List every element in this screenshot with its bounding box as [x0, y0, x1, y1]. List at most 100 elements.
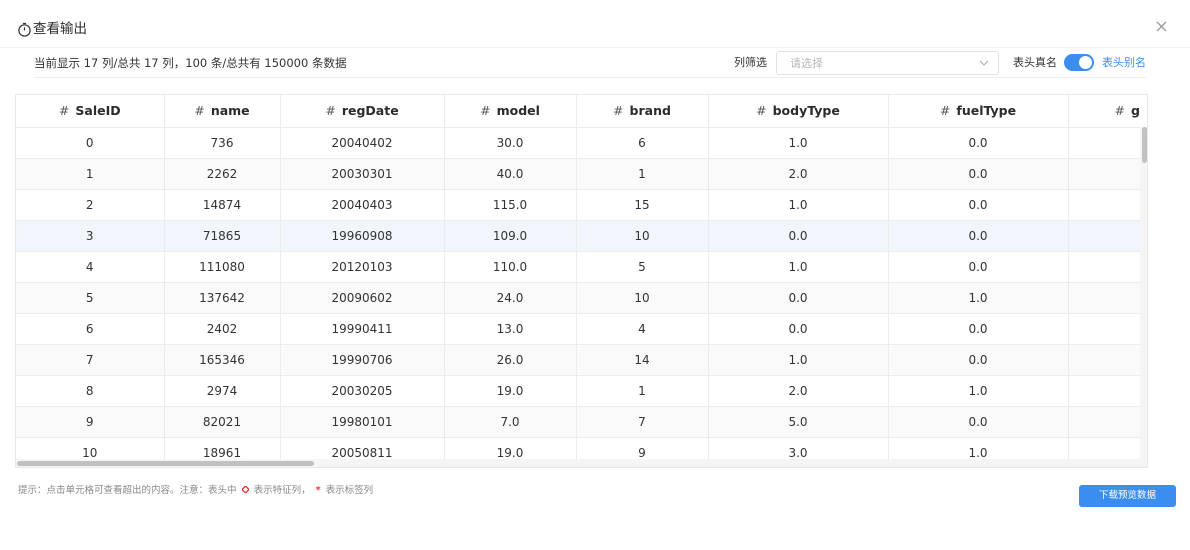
table-cell[interactable]: 115.0 [444, 189, 577, 221]
table-cell[interactable]: 19990411 [280, 313, 445, 345]
table-cell[interactable] [1068, 406, 1140, 438]
table-cell[interactable] [1068, 189, 1140, 221]
table-cell[interactable]: 1.0 [888, 437, 1069, 459]
table-cell[interactable]: 2974 [164, 375, 281, 407]
table-cell[interactable]: 19.0 [444, 375, 577, 407]
header-name-toggle[interactable] [1064, 54, 1094, 71]
table-cell[interactable] [1068, 344, 1140, 376]
table-cell[interactable]: 19960908 [280, 220, 445, 252]
table-cell[interactable]: 5 [576, 251, 709, 283]
table-cell[interactable]: 1.0 [708, 251, 889, 283]
table-cell[interactable]: 736 [164, 127, 281, 159]
column-header[interactable]: # gea [1068, 95, 1140, 128]
table-cell[interactable]: 20050811 [280, 437, 445, 459]
table-cell[interactable]: 10 [16, 437, 165, 459]
column-header[interactable]: # bodyType [708, 95, 889, 128]
table-cell[interactable]: 30.0 [444, 127, 577, 159]
table-cell[interactable] [1068, 220, 1140, 252]
table-cell[interactable] [1068, 313, 1140, 345]
table-cell[interactable]: 20120103 [280, 251, 445, 283]
table-cell[interactable]: 1 [576, 158, 709, 190]
table-cell[interactable]: 9 [16, 406, 165, 438]
table-cell[interactable]: 20040402 [280, 127, 445, 159]
table-row[interactable]: 10 18961 20050811 19.0 9 3.0 1.0 [16, 437, 1140, 459]
table-cell[interactable]: 40.0 [444, 158, 577, 190]
table-row[interactable]: 9 82021 19980101 7.0 7 5.0 0.0 [16, 406, 1140, 438]
table-cell[interactable]: 7 [16, 344, 165, 376]
table-cell[interactable]: 4 [576, 313, 709, 345]
table-cell[interactable]: 0.0 [888, 158, 1069, 190]
table-cell[interactable]: 26.0 [444, 344, 577, 376]
table-cell[interactable]: 2 [16, 189, 165, 221]
table-cell[interactable]: 0.0 [888, 220, 1069, 252]
table-cell[interactable]: 1.0 [888, 375, 1069, 407]
table-cell[interactable]: 2.0 [708, 158, 889, 190]
vertical-scrollbar[interactable] [1140, 127, 1147, 459]
header-alias-label[interactable]: 表头别名 [1102, 55, 1146, 71]
table-cell[interactable]: 7.0 [444, 406, 577, 438]
table-cell[interactable]: 24.0 [444, 282, 577, 314]
table-cell[interactable]: 0.0 [888, 406, 1069, 438]
table-cell[interactable] [1068, 158, 1140, 190]
horizontal-scroll-thumb[interactable] [17, 461, 314, 466]
table-cell[interactable]: 71865 [164, 220, 281, 252]
table-cell[interactable]: 1.0 [708, 344, 889, 376]
table-cell[interactable]: 20040403 [280, 189, 445, 221]
column-filter-select[interactable]: 请选择 [776, 51, 999, 75]
table-row[interactable]: 8 2974 20030205 19.0 1 2.0 1.0 [16, 375, 1140, 407]
table-cell[interactable]: 10 [576, 282, 709, 314]
table-cell[interactable]: 19.0 [444, 437, 577, 459]
table-cell[interactable]: 2262 [164, 158, 281, 190]
table-cell[interactable]: 0.0 [708, 220, 889, 252]
table-cell[interactable]: 4 [16, 251, 165, 283]
table-row[interactable]: 7 165346 19990706 26.0 14 1.0 0.0 [16, 344, 1140, 376]
column-header[interactable]: # model [444, 95, 577, 128]
table-cell[interactable]: 14 [576, 344, 709, 376]
table-cell[interactable]: 6 [576, 127, 709, 159]
table-cell[interactable]: 20030301 [280, 158, 445, 190]
table-cell[interactable]: 137642 [164, 282, 281, 314]
table-cell[interactable]: 9 [576, 437, 709, 459]
table-cell[interactable]: 0.0 [888, 251, 1069, 283]
table-cell[interactable]: 8 [16, 375, 165, 407]
table-cell[interactable]: 1 [576, 375, 709, 407]
table-cell[interactable]: 13.0 [444, 313, 577, 345]
table-cell[interactable]: 1 [16, 158, 165, 190]
table-cell[interactable]: 0.0 [888, 127, 1069, 159]
table-cell[interactable]: 20030205 [280, 375, 445, 407]
column-header[interactable]: # SaleID [16, 95, 165, 128]
table-cell[interactable]: 15 [576, 189, 709, 221]
table-cell[interactable]: 2.0 [708, 375, 889, 407]
column-header[interactable]: # fuelType [888, 95, 1069, 128]
table-cell[interactable] [1068, 437, 1140, 459]
table-cell[interactable]: 10 [576, 220, 709, 252]
table-cell[interactable]: 0.0 [888, 344, 1069, 376]
table-cell[interactable]: 5.0 [708, 406, 889, 438]
table-cell[interactable]: 109.0 [444, 220, 577, 252]
table-cell[interactable]: 111080 [164, 251, 281, 283]
table-cell[interactable]: 0.0 [708, 282, 889, 314]
column-header[interactable]: # name [164, 95, 281, 128]
table-cell[interactable]: 20090602 [280, 282, 445, 314]
table-cell[interactable]: 1.0 [888, 282, 1069, 314]
table-cell[interactable]: 0 [16, 127, 165, 159]
vertical-scroll-thumb[interactable] [1142, 127, 1147, 163]
table-cell[interactable]: 14874 [164, 189, 281, 221]
table-row[interactable]: 1 2262 20030301 40.0 1 2.0 0.0 [16, 158, 1140, 190]
table-cell[interactable]: 5 [16, 282, 165, 314]
table-row[interactable]: 0 736 20040402 30.0 6 1.0 0.0 [16, 127, 1140, 159]
table-cell[interactable]: 0.0 [888, 189, 1069, 221]
table-cell[interactable] [1068, 251, 1140, 283]
column-header[interactable]: # brand [576, 95, 709, 128]
table-cell[interactable]: 110.0 [444, 251, 577, 283]
table-cell[interactable]: 2402 [164, 313, 281, 345]
column-header[interactable]: # regDate [280, 95, 445, 128]
table-row[interactable]: 4 111080 20120103 110.0 5 1.0 0.0 [16, 251, 1140, 283]
table-cell[interactable]: 3 [16, 220, 165, 252]
table-cell[interactable]: 19980101 [280, 406, 445, 438]
table-cell[interactable]: 0.0 [888, 313, 1069, 345]
table-cell[interactable]: 1.0 [708, 127, 889, 159]
download-preview-button[interactable]: 下载预览数据 [1079, 485, 1176, 507]
table-cell[interactable] [1068, 127, 1140, 159]
table-cell[interactable]: 19990706 [280, 344, 445, 376]
